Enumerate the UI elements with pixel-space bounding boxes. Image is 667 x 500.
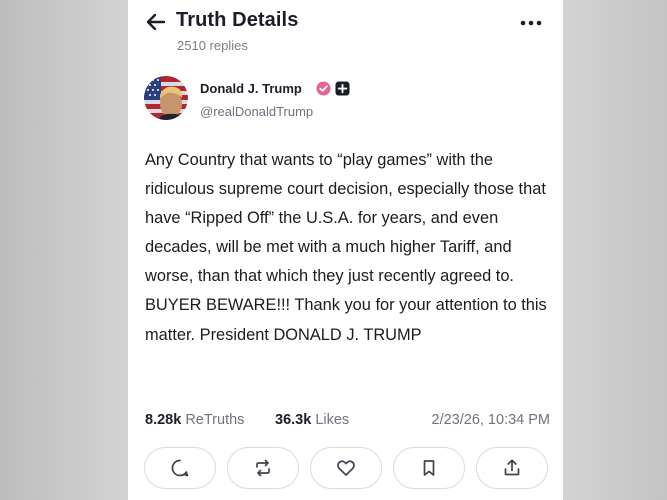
reply-icon bbox=[171, 459, 189, 477]
reply-button[interactable] bbox=[144, 447, 216, 489]
author-row[interactable]: Donald J. Trump @realDonaldTrump bbox=[144, 76, 544, 126]
retruths-count: 8.28k bbox=[145, 412, 182, 428]
retruth-button[interactable] bbox=[227, 447, 299, 489]
backdrop-left bbox=[0, 0, 128, 500]
post-body: Any Country that wants to “play games” w… bbox=[145, 151, 547, 344]
backdrop-right bbox=[563, 0, 667, 500]
replies-count: 2510 replies bbox=[177, 38, 248, 53]
verified-badge-icon bbox=[316, 81, 331, 96]
avatar[interactable] bbox=[144, 76, 188, 120]
author-handle: @realDonaldTrump bbox=[200, 104, 314, 119]
avatar-image bbox=[144, 76, 188, 120]
retruths-label: ReTruths bbox=[185, 412, 245, 428]
more-options-button[interactable] bbox=[517, 11, 545, 35]
likes-label: Likes bbox=[315, 412, 350, 428]
page-title: Truth Details bbox=[176, 9, 299, 31]
share-icon bbox=[504, 459, 520, 476]
likes-count: 36.3k bbox=[275, 412, 312, 428]
post-timestamp: 2/23/26, 10:34 PM bbox=[431, 412, 551, 428]
share-button[interactable] bbox=[476, 447, 548, 489]
header: Truth Details 2510 replies bbox=[128, 0, 563, 70]
retruths-stat[interactable]: 8.28k ReTruths bbox=[145, 412, 244, 428]
truth-details-screen: Truth Details 2510 replies Donald J. Tru… bbox=[128, 0, 563, 500]
bookmark-icon bbox=[423, 460, 435, 476]
more-horizontal-icon bbox=[520, 20, 542, 26]
likes-stat[interactable]: 36.3k Likes bbox=[275, 412, 349, 428]
bookmark-button[interactable] bbox=[393, 447, 465, 489]
action-bar bbox=[144, 447, 549, 491]
arrow-left-icon bbox=[146, 13, 166, 31]
post-stats: 8.28k ReTruths 36.3k Likes 2/23/26, 10:3… bbox=[145, 412, 550, 432]
back-button[interactable] bbox=[142, 8, 170, 36]
retruth-icon bbox=[256, 459, 270, 477]
author-name[interactable]: Donald J. Trump bbox=[200, 81, 302, 96]
heart-icon bbox=[337, 460, 355, 476]
plus-badge-icon bbox=[335, 81, 350, 96]
like-button[interactable] bbox=[310, 447, 382, 489]
